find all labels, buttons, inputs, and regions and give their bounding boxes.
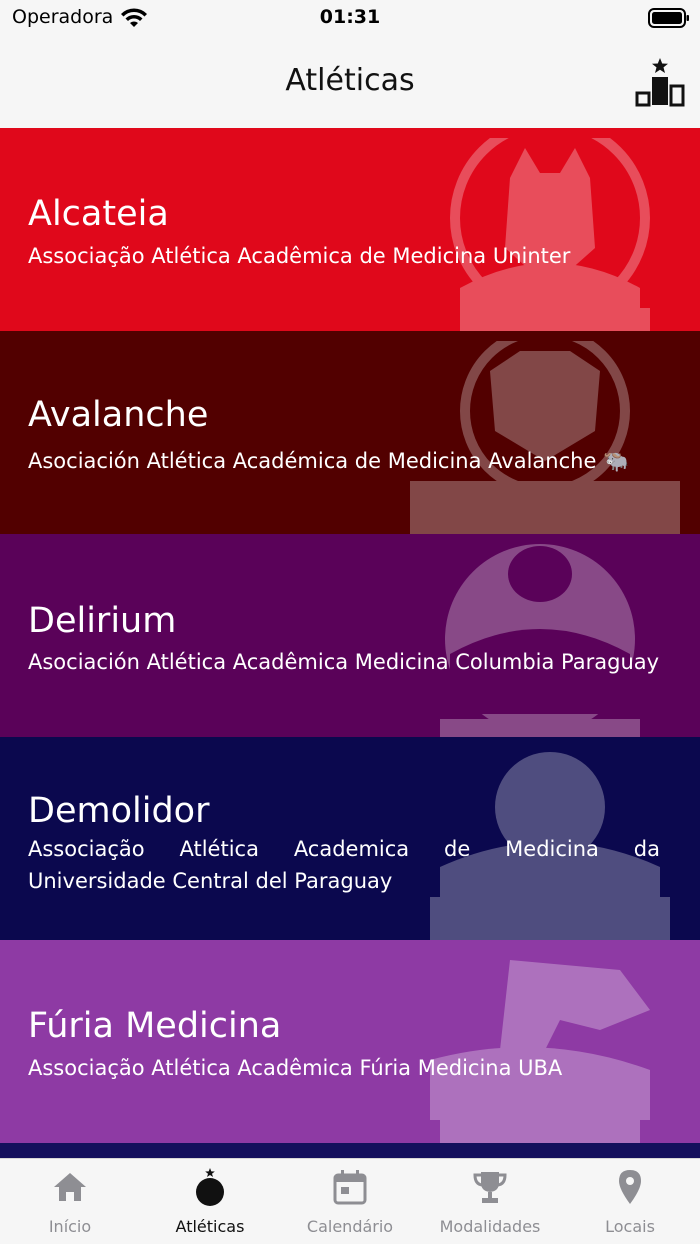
- navigation-bar: Atléticas: [0, 36, 700, 128]
- athletic-description: Asociación Atlética Acadêmica Medicina C…: [28, 650, 660, 674]
- tab-label: Modalidades: [439, 1217, 541, 1236]
- tab-label: Início: [48, 1217, 92, 1236]
- bomb-icon: [196, 1168, 224, 1206]
- status-time: 01:31: [319, 6, 381, 28]
- page-title: Atléticas: [285, 63, 415, 98]
- athletic-card-avalanche[interactable]: Avalanche Asociación Atlética Académica …: [0, 331, 700, 534]
- trophy-icon: [473, 1172, 507, 1203]
- skull-mascot-logo: [440, 544, 640, 737]
- athletic-name: Alcateia: [28, 194, 169, 234]
- calendar-icon: [333, 1170, 367, 1205]
- athletic-card-furia-medicina[interactable]: Fúria Medicina Associação Atlética Acadê…: [0, 940, 700, 1143]
- athletic-name: Delirium: [28, 601, 177, 641]
- dinosaur-mascot-logo: [430, 960, 650, 1143]
- athletic-name: Fúria Medicina: [28, 1006, 282, 1046]
- bison-mascot-logo: [410, 341, 680, 534]
- tab-label: Calendário: [306, 1217, 394, 1236]
- tab-bar: Início Atléticas Calendário Modalidades: [0, 1158, 700, 1244]
- athletic-name: Avalanche: [28, 395, 209, 435]
- athletic-description: Associação Atlética Acadêmica Fúria Medi…: [28, 1056, 563, 1080]
- athletics-list: Alcateia Associação Atlética Acadêmica d…: [0, 128, 700, 1158]
- athletic-name: Demolidor: [28, 791, 210, 831]
- home-icon: [54, 1173, 86, 1201]
- wolf-mascot-logo: [450, 138, 650, 331]
- athletic-card-demolidor[interactable]: Demolidor Associação Atlética Academica …: [0, 737, 700, 940]
- athletic-description: Associação Atlética Acadêmica de Medicin…: [28, 244, 571, 268]
- athletic-description: Asociación Atlética Académica de Medicin…: [28, 449, 630, 473]
- athletic-description: Associação Atlética Academica de Medicin…: [28, 837, 660, 893]
- tab-label: Locais: [605, 1217, 655, 1236]
- tab-inicio[interactable]: Início: [0, 1159, 140, 1244]
- tab-modalidades[interactable]: Modalidades: [420, 1159, 560, 1244]
- tab-locais[interactable]: Locais: [560, 1159, 700, 1244]
- battery-icon: [648, 8, 689, 28]
- athletic-card-partial[interactable]: [0, 1143, 700, 1158]
- podium-icon[interactable]: [634, 56, 686, 108]
- athletic-card-delirium[interactable]: Delirium Asociación Atlética Acadêmica M…: [0, 534, 700, 737]
- athletic-card-alcateia[interactable]: Alcateia Associação Atlética Acadêmica d…: [0, 128, 700, 331]
- tab-label: Atléticas: [175, 1217, 245, 1236]
- tab-atleticas[interactable]: Atléticas: [140, 1159, 280, 1244]
- tab-calendario[interactable]: Calendário: [280, 1159, 420, 1244]
- location-pin-icon: [619, 1170, 641, 1204]
- status-bar: Operadora 01:31: [0, 0, 700, 36]
